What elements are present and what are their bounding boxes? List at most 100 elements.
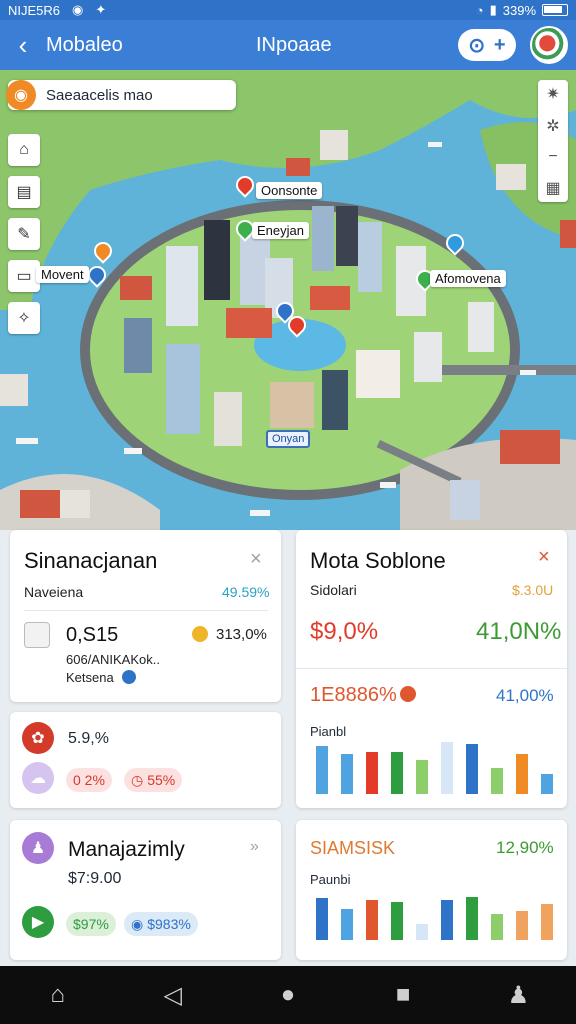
nav-home[interactable]: ⌂	[23, 966, 93, 1024]
chart-bar	[391, 901, 403, 940]
card5-value: $7:9.00	[68, 870, 122, 887]
settings-icon: ✦	[95, 2, 107, 17]
chart-bar	[366, 752, 378, 794]
chart-bar	[441, 742, 453, 794]
avatar[interactable]	[530, 26, 568, 64]
plus-icon[interactable]: +	[494, 34, 506, 57]
back-arrow-icon[interactable]: ‹	[0, 20, 46, 70]
camera-icon[interactable]: ⊙	[468, 33, 485, 58]
tag-icon[interactable]: ⌂	[8, 134, 40, 166]
map-label-3: Movent	[36, 266, 89, 283]
card2-subtitle: Sidolari	[310, 582, 357, 598]
card4-title: SIAMSISK	[310, 838, 396, 858]
map-search-text: Saeaacelis mao	[46, 86, 153, 104]
card5-chip2[interactable]: ◉ $983%	[124, 912, 198, 936]
back-triangle-icon: ◁	[163, 981, 183, 1009]
nav-recents[interactable]: ■	[368, 966, 438, 1024]
card3-chip1-text: 0 2%	[73, 772, 105, 788]
card2-title: Mota Soblone	[310, 548, 446, 573]
minus-icon[interactable]: −	[548, 148, 557, 166]
bulb-icon[interactable]: ✧	[8, 302, 40, 334]
card1-divider	[24, 610, 268, 611]
map-search-box[interactable]: ◉ Saeaacelis mao	[6, 80, 236, 110]
card-sinanacjanan[interactable]: Sinanacjanan × Naveiena 49.59% 0,S15 313…	[10, 530, 281, 702]
coin-icon	[192, 626, 208, 642]
chart-bar	[466, 744, 478, 794]
map-label-2: Eneyjan	[252, 222, 309, 239]
card-siamsisk[interactable]: SIAMSISK 12,90% Paunbi	[296, 820, 567, 960]
chart-bar	[541, 903, 553, 940]
card2-bar-chart	[316, 734, 566, 794]
notification-icon: ◉	[72, 2, 84, 17]
battery-icon	[542, 4, 568, 16]
app-bar: ‹ Mobaleo INpoaae ⊙ +	[0, 20, 576, 70]
chart-bar	[516, 754, 528, 794]
flame-icon	[400, 686, 416, 702]
card4-bar-chart	[316, 888, 566, 940]
card-mota-soblone[interactable]: Mota Soblone × Sidolari $.3.0U $9,0% 41,…	[296, 530, 567, 808]
chart-bar	[341, 908, 353, 940]
card3-value: 5.9,%	[68, 730, 109, 747]
status-bar: NIJE5R6 ◉ ✦ ◔ ▮ 339%	[0, 0, 576, 20]
map-view[interactable]: ◉ Saeaacelis mao ⌂ ▤ ✎ ▭ ✧ ✷ ✲ − ▦ Oonso…	[0, 70, 576, 530]
card2-divider	[296, 668, 567, 669]
wifi-icon: ◔	[475, 2, 484, 18]
card2-stat-right: 41,00%	[496, 686, 554, 705]
nav-home-circle[interactable]: ●	[253, 966, 323, 1024]
chart-bar	[416, 760, 428, 794]
nav-back[interactable]: ◁	[138, 966, 208, 1024]
bottom-nav: ⌂ ◁ ● ■ ♟	[0, 966, 576, 1024]
card2-value-left: $9,0%	[310, 618, 379, 645]
card2-subtitle-value: $.3.0U	[512, 582, 554, 598]
card3-chip2[interactable]: ◷ 55%	[124, 768, 183, 792]
square-icon: ■	[395, 981, 411, 1008]
card5-chip1[interactable]: $97%	[66, 912, 116, 936]
tablet-icon	[24, 622, 50, 648]
circle-icon: ●	[280, 981, 296, 1008]
center-title: INpoaae	[256, 34, 332, 56]
map-right-toolbar: ✷ ✲ − ▦	[538, 80, 568, 202]
home-icon: ⌂	[50, 981, 65, 1008]
card1-subtitle: Naveiena	[24, 584, 84, 600]
zoom-icon[interactable]: ✲	[546, 116, 559, 136]
app-title: Mobaleo	[46, 33, 123, 56]
card-manajazimly[interactable]: ♟ Manajazimly » $7:9.00 ▶ $97% ◉ $983%	[10, 820, 281, 960]
card1-metric-right: 313,0%	[216, 626, 267, 643]
compass-icon[interactable]: ✷	[546, 84, 559, 104]
location-pin-icon: ◉	[6, 80, 36, 110]
card1-close-icon[interactable]: ×	[250, 548, 262, 571]
card4-value: 12,90%	[496, 838, 554, 857]
card1-subtitle-value: 49.59%	[222, 584, 270, 600]
map-center-sign: Onyan	[266, 430, 311, 448]
card1-metric: 0,S15	[66, 624, 119, 646]
card3-chip1[interactable]: 0 2%	[66, 768, 112, 792]
grid-icon[interactable]: ▦	[545, 178, 560, 198]
ribbon-icon: ✿	[22, 722, 54, 754]
chart-bar	[466, 896, 478, 940]
draw-icon[interactable]: ✎	[8, 218, 40, 250]
card5-title: Manajazimly	[68, 838, 185, 861]
card2-stat-left: 1E8886%	[310, 684, 397, 706]
card5-chip1-text: $97%	[73, 916, 109, 932]
chart-bar	[491, 914, 503, 940]
nav-profile[interactable]: ♟	[483, 966, 553, 1024]
map-left-toolbar: ⌂ ▤ ✎ ▭ ✧	[8, 134, 40, 334]
card1-title: Sinanacjanan	[24, 548, 158, 573]
layers-icon[interactable]: ▤	[8, 176, 40, 208]
chart-bar	[416, 924, 428, 940]
chart-bar	[516, 910, 528, 940]
user-icon: ♟	[22, 832, 54, 864]
card5-chip2-text: $983%	[147, 916, 191, 932]
chart-bar	[316, 746, 328, 794]
card2-close-icon[interactable]: ×	[538, 546, 550, 569]
action-pill[interactable]: ⊙ +	[458, 29, 516, 61]
card4-chart-label: Paunbi	[310, 872, 351, 887]
card1-detail: 606/ANIKAKok..	[66, 652, 160, 667]
chart-bar	[391, 752, 403, 794]
cloud-icon: ☁	[22, 762, 54, 794]
map-label-1: Oonsonte	[256, 182, 323, 199]
clock-icon: ◷	[131, 771, 144, 788]
signal-icon: ▮	[489, 2, 497, 17]
card5-expand-icon[interactable]: »	[250, 838, 259, 856]
card-stats-small[interactable]: ✿ 5.9,% ☁ 0 2% ◷ 55%	[10, 712, 281, 808]
